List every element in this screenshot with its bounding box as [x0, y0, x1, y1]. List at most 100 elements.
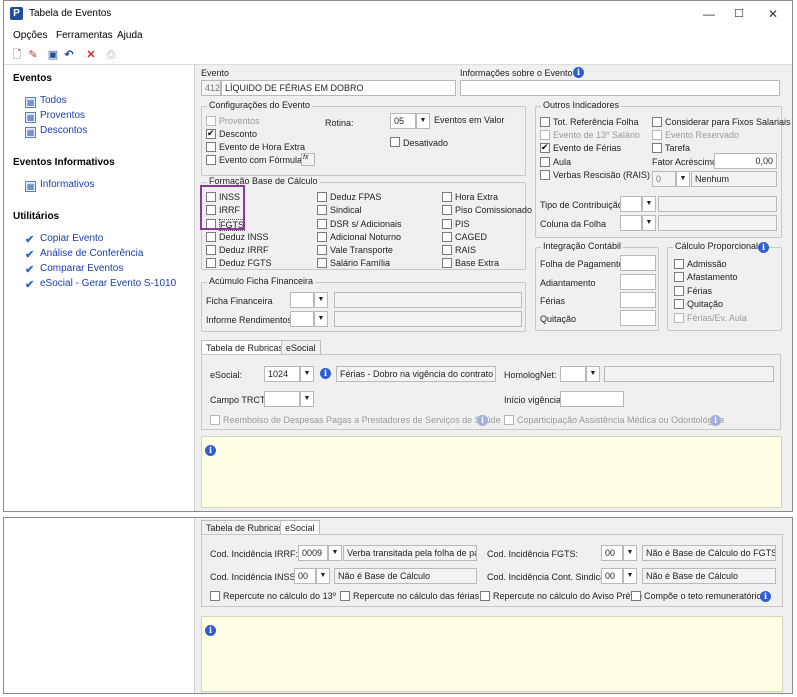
informe-dropdown[interactable]: ▼: [314, 311, 328, 327]
integracao-folha-field[interactable]: [620, 255, 656, 271]
hora-extra-checkbox[interactable]: [206, 142, 216, 152]
coluna-dropdown[interactable]: ▼: [642, 215, 656, 231]
coluna-field[interactable]: [620, 215, 642, 231]
sind-inc-field[interactable]: 00: [601, 568, 623, 584]
tab-esocial[interactable]: eSocial: [281, 340, 321, 354]
irrf-inc-dropdown[interactable]: ▼: [328, 545, 342, 561]
dsr-checkbox[interactable]: [317, 219, 327, 229]
sind-inc-dropdown[interactable]: ▼: [623, 568, 637, 584]
rotina-dropdown[interactable]: ▼: [416, 113, 430, 129]
ficha-field[interactable]: [290, 292, 314, 308]
trct-field[interactable]: [264, 391, 300, 407]
rais-checkbox[interactable]: [442, 245, 452, 255]
menu-ferramentas[interactable]: Ferramentas: [56, 30, 113, 41]
afastamento-checkbox[interactable]: [674, 272, 684, 282]
sidebar-item-copiar[interactable]: ✔ Copiar Evento: [25, 233, 103, 246]
ficha-dropdown[interactable]: ▼: [314, 292, 328, 308]
print-icon[interactable]: ⎙: [104, 48, 118, 62]
ferias-aula-checkbox[interactable]: [674, 313, 684, 323]
coparticipacao-checkbox[interactable]: [504, 415, 514, 425]
tab-rubricas-2[interactable]: Tabela de Rubricas: [201, 520, 289, 534]
base-extra-checkbox[interactable]: [442, 258, 452, 268]
pis-checkbox[interactable]: [442, 219, 452, 229]
desativado-checkbox[interactable]: [390, 137, 400, 147]
sidebar-item-esocial[interactable]: ✔ eSocial - Gerar Evento S-1010: [25, 278, 176, 291]
close-button[interactable]: ✕: [758, 4, 788, 24]
formula-checkbox[interactable]: [206, 155, 216, 165]
verbas-field[interactable]: 0: [652, 171, 676, 187]
trct-dropdown[interactable]: ▼: [300, 391, 314, 407]
integracao-ferias-field[interactable]: [620, 292, 656, 308]
desconto-checkbox[interactable]: [206, 128, 216, 139]
sidebar-item-analise[interactable]: ✔ Análise de Conferência: [25, 248, 143, 261]
quitacao-prop-checkbox[interactable]: [674, 299, 684, 309]
rotina-field[interactable]: 05: [390, 113, 416, 129]
evento-ferias-checkbox[interactable]: [540, 142, 550, 153]
deduz-irrf-checkbox[interactable]: [206, 245, 216, 255]
evento-code-field[interactable]: 412: [201, 80, 221, 96]
tab-rubricas[interactable]: Tabela de Rubricas: [201, 340, 289, 354]
sidebar-item-informativos[interactable]: ▦ Informativos: [25, 179, 94, 192]
reembolso-checkbox[interactable]: [210, 415, 220, 425]
evento-13-checkbox[interactable]: [540, 130, 550, 140]
salario-familia-checkbox[interactable]: [317, 258, 327, 268]
verbas-checkbox[interactable]: [540, 170, 550, 180]
teto-checkbox[interactable]: [631, 591, 641, 601]
integracao-quitacao-field[interactable]: [620, 310, 656, 326]
deduz-inss-checkbox[interactable]: [206, 232, 216, 242]
edit-icon[interactable]: ✎: [26, 48, 40, 62]
info-evento-field[interactable]: [460, 80, 780, 96]
homolog-field[interactable]: [560, 366, 586, 382]
ferias-prop-checkbox[interactable]: [674, 286, 684, 296]
tipo-contrib-dropdown[interactable]: ▼: [642, 196, 656, 212]
undo-icon[interactable]: ↶: [62, 48, 76, 62]
new-doc-icon[interactable]: 🗋: [10, 48, 24, 62]
formula-fx-icon[interactable]: fx: [301, 153, 315, 166]
repaviso-checkbox[interactable]: [480, 591, 490, 601]
reservado-checkbox[interactable]: [652, 130, 662, 140]
menu-ajuda[interactable]: Ajuda: [117, 30, 143, 41]
save-icon[interactable]: ▣: [46, 48, 60, 62]
info-icon[interactable]: i: [758, 242, 769, 253]
irrf-inc-field[interactable]: 0009: [298, 545, 328, 561]
sidebar-item-comparar[interactable]: ✔ Comparar Eventos: [25, 263, 123, 276]
fgts-inc-field[interactable]: 00: [601, 545, 623, 561]
info-icon[interactable]: i: [573, 67, 584, 78]
info-icon[interactable]: i: [477, 415, 488, 426]
info-icon[interactable]: i: [710, 415, 721, 426]
minimize-button[interactable]: —: [694, 4, 724, 24]
sindical-checkbox[interactable]: [317, 205, 327, 215]
fator-field[interactable]: 0,00: [714, 153, 777, 169]
maximize-button[interactable]: ☐: [724, 4, 754, 24]
inss-inc-field[interactable]: 00: [294, 568, 316, 584]
sidebar-item-descontos[interactable]: ▦ Descontos: [25, 125, 87, 138]
sidebar-item-proventos[interactable]: ▦ Proventos: [25, 110, 85, 123]
esocial-dropdown[interactable]: ▼: [300, 366, 314, 382]
inicio-field[interactable]: [560, 391, 624, 407]
info-icon[interactable]: i: [320, 368, 331, 379]
piso-checkbox[interactable]: [442, 205, 452, 215]
vale-transporte-checkbox[interactable]: [317, 245, 327, 255]
fixos-checkbox[interactable]: [652, 117, 662, 127]
sidebar-item-todos[interactable]: ▦ Todos: [25, 95, 67, 108]
verbas-dropdown[interactable]: ▼: [676, 171, 690, 187]
aula-checkbox[interactable]: [540, 157, 550, 167]
caged-checkbox[interactable]: [442, 232, 452, 242]
admissao-checkbox[interactable]: [674, 259, 684, 269]
homolog-dropdown[interactable]: ▼: [586, 366, 600, 382]
rep13-checkbox[interactable]: [210, 591, 220, 601]
deduz-fgts-checkbox[interactable]: [206, 258, 216, 268]
inss-inc-dropdown[interactable]: ▼: [316, 568, 330, 584]
tab-esocial-2[interactable]: eSocial: [280, 520, 320, 534]
delete-icon[interactable]: ✕: [84, 48, 98, 62]
adicional-noturno-checkbox[interactable]: [317, 232, 327, 242]
proventos-checkbox[interactable]: [206, 116, 216, 126]
tot-ref-checkbox[interactable]: [540, 117, 550, 127]
menu-opcoes[interactable]: Opções: [13, 30, 47, 41]
deduz-fpas-checkbox[interactable]: [317, 192, 327, 202]
esocial-field[interactable]: 1024: [264, 366, 300, 382]
hora-extra-base-checkbox[interactable]: [442, 192, 452, 202]
fgts-inc-dropdown[interactable]: ▼: [623, 545, 637, 561]
info-icon[interactable]: i: [760, 591, 771, 602]
integracao-adiant-field[interactable]: [620, 274, 656, 290]
